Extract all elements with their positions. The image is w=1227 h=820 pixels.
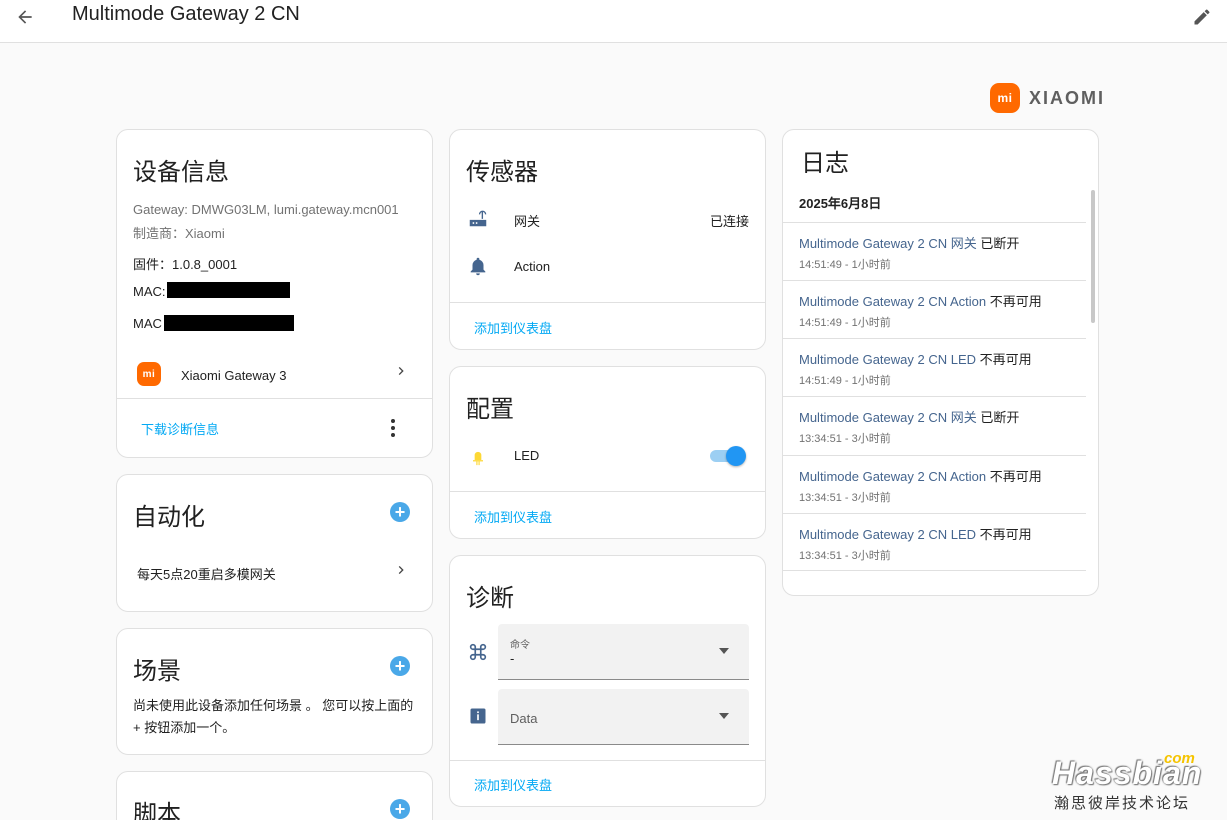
command-select[interactable]: 命令 - [498, 624, 749, 680]
add-to-dashboard-link[interactable]: 添加到仪表盘 [474, 318, 552, 337]
log-entry[interactable]: Multimode Gateway 2 CN LED 不再可用 13:34:51… [783, 513, 1086, 571]
sensor-name: 网关 [514, 214, 541, 229]
sensor-row-gateway[interactable]: 网关 已连接 [450, 202, 765, 234]
log-state: 不再可用 [989, 469, 1042, 484]
log-entity[interactable]: Multimode Gateway 2 CN 网关 [799, 236, 977, 251]
log-entry[interactable]: Multimode Gateway 2 CN 网关 已断开 14:51:49 -… [783, 222, 1086, 280]
log-state: 不再可用 [979, 527, 1032, 542]
dropdown-arrow-icon [719, 648, 729, 654]
command-key-icon [466, 640, 490, 664]
brand-logo: mi XIAOMI [990, 83, 1105, 113]
dropdown-arrow-icon [719, 713, 729, 719]
log-entity[interactable]: Multimode Gateway 2 CN LED [799, 352, 976, 367]
scenes-empty-text: 尚未使用此设备添加任何场景 。 您可以按上面的 + 按钮添加一个。 [133, 698, 414, 735]
log-entity[interactable]: Multimode Gateway 2 CN Action [799, 294, 986, 309]
mac-label: MAC: [133, 284, 166, 299]
toggle-thumb [726, 446, 746, 466]
add-to-dashboard-link[interactable]: 添加到仪表盘 [474, 775, 552, 794]
log-state: 已断开 [980, 410, 1020, 425]
config-card: 配置 LED 添加到仪表盘 [449, 366, 766, 539]
watermark-com: com [1164, 750, 1195, 767]
log-state: 不再可用 [989, 294, 1042, 309]
config-led-label: LED [514, 448, 540, 463]
xiaomi-logo-icon: mi [990, 83, 1020, 113]
log-entity[interactable]: Multimode Gateway 2 CN Action [799, 469, 986, 484]
add-scene-button[interactable]: + [390, 656, 410, 676]
logbook-date: 2025年6月8日 [799, 196, 882, 211]
add-automation-button[interactable]: + [390, 502, 410, 522]
log-time: 13:34:51 - 3小时前 [799, 550, 891, 562]
logbook-card: 日志 2025年6月8日 Multimode Gateway 2 CN 网关 已… [782, 129, 1099, 596]
divider [450, 302, 765, 303]
command-label: 命令 [510, 640, 530, 651]
sensors-card: 传感器 网关 已连接 Action 添加到仪表盘 [449, 129, 766, 350]
chevron-right-icon [393, 363, 409, 384]
data-label: Data [510, 711, 538, 726]
log-state: 不再可用 [979, 352, 1032, 367]
scrollbar[interactable] [1091, 190, 1095, 323]
card-title: 诊断 [466, 585, 514, 612]
scenes-card: 场景 + 尚未使用此设备添加任何场景 。 您可以按上面的 + 按钮添加一个。 [116, 628, 433, 755]
log-time: 13:34:51 - 3小时前 [799, 492, 891, 504]
mac-label: MAC [133, 316, 162, 331]
led-toggle[interactable] [708, 445, 746, 466]
automation-item[interactable]: 每天5点20重启多模网关 [117, 555, 432, 587]
automation-name: 每天5点20重启多模网关 [137, 567, 276, 582]
sensor-value: 已连接 [709, 214, 749, 229]
hassbian-watermark: Hassbian com 瀚思彼岸技术论坛 [1050, 750, 1210, 814]
router-icon [466, 206, 490, 230]
automation-card: 自动化 + 每天5点20重启多模网关 [116, 474, 433, 612]
card-title: 配置 [466, 396, 514, 423]
card-title: 自动化 [133, 504, 205, 531]
log-time: 14:51:49 - 1小时前 [799, 317, 891, 329]
add-to-dashboard-link[interactable]: 添加到仪表盘 [474, 507, 552, 526]
diagnostics-card: 诊断 命令 - Data 添加到仪表盘 [449, 555, 766, 807]
back-arrow-icon[interactable] [12, 4, 38, 30]
chevron-right-icon [393, 562, 409, 583]
more-vert-icon[interactable] [385, 416, 401, 440]
log-entry[interactable]: Multimode Gateway 2 CN Action 不再可用 14:51… [783, 280, 1086, 338]
brand-name: XIAOMI [1029, 87, 1106, 108]
card-title: 场景 [133, 658, 181, 685]
log-entity[interactable]: Multimode Gateway 2 CN LED [799, 527, 976, 542]
log-entry[interactable]: Multimode Gateway 2 CN LED 不再可用 14:51:49… [783, 338, 1086, 396]
xiaomi-logo-icon: mi [137, 362, 161, 386]
log-time: 14:51:49 - 1小时前 [799, 259, 891, 271]
card-title: 脚本 [133, 801, 181, 820]
log-entity[interactable]: Multimode Gateway 2 CN 网关 [799, 410, 977, 425]
device-manufacturer: 制造商：Xiaomi [133, 226, 225, 241]
page-title: Multimode Gateway 2 CN [72, 3, 300, 25]
info-icon [466, 704, 490, 728]
card-title: 日志 [801, 150, 849, 177]
scripts-card: 脚本 + [116, 771, 433, 820]
pencil-icon[interactable] [1189, 4, 1215, 30]
log-time: 14:51:49 - 1小时前 [799, 375, 891, 387]
parent-device-name: Xiaomi Gateway 3 [181, 368, 287, 383]
device-firmware: 固件：1.0.8_0001 [133, 257, 238, 272]
command-value: - [510, 651, 515, 666]
sensor-name: Action [514, 259, 551, 274]
card-title: 设备信息 [133, 159, 229, 186]
log-entry[interactable]: Multimode Gateway 2 CN Action 不再可用 13:34… [783, 455, 1086, 513]
divider [450, 491, 765, 492]
redacted-mac [167, 282, 290, 298]
download-diagnostics-link[interactable]: 下载诊断信息 [141, 419, 219, 438]
bell-icon [466, 254, 490, 278]
divider [117, 398, 432, 399]
redacted-mac [164, 315, 294, 331]
sensor-row-action[interactable]: Action [450, 250, 765, 282]
data-select[interactable]: Data [498, 689, 749, 745]
add-script-button[interactable]: + [390, 799, 410, 819]
device-info-card: 设备信息 Gateway: DMWG03LM, lumi.gateway.mcn… [116, 129, 433, 458]
led-icon [466, 444, 490, 468]
divider [450, 760, 765, 761]
device-model: Gateway: DMWG03LM, lumi.gateway.mcn001 [133, 202, 399, 217]
parent-device-row[interactable]: mi Xiaomi Gateway 3 [117, 355, 432, 395]
log-time: 13:34:51 - 3小时前 [799, 433, 891, 445]
watermark-sub: 瀚思彼岸技术论坛 [1054, 795, 1191, 812]
card-title: 传感器 [466, 159, 538, 186]
log-entry[interactable]: Multimode Gateway 2 CN 网关 已断开 13:34:51 -… [783, 396, 1086, 454]
log-state: 已断开 [980, 236, 1020, 251]
top-app-bar: Multimode Gateway 2 CN [0, 0, 1227, 43]
